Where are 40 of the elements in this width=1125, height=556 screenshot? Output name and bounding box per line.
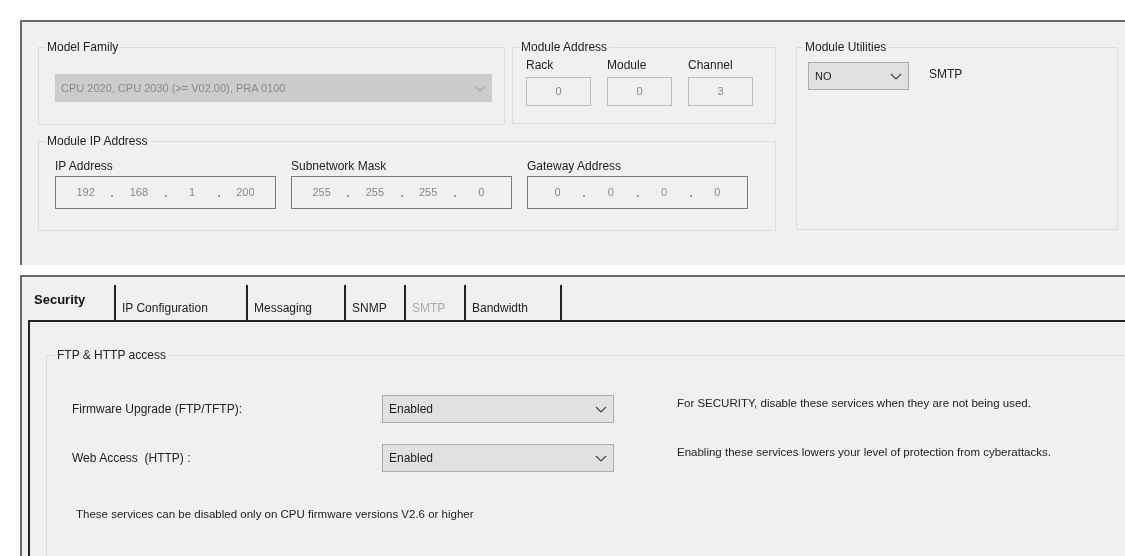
chevron-down-icon [474, 84, 486, 92]
octet-value: 1 [188, 185, 197, 201]
chevron-down-icon [595, 405, 607, 413]
octet-value: 0 [660, 185, 669, 201]
security-note: For SECURITY, disable these services when they are not being used. [677, 396, 1031, 411]
chevron-down-icon [890, 72, 902, 80]
octet-value: 0 [713, 185, 722, 201]
group-label: Module Utilities [803, 40, 889, 54]
group-label: Model Family [45, 40, 121, 54]
group-label: Module IP Address [45, 134, 150, 148]
utilities-dropdown[interactable]: NO [808, 62, 909, 90]
octet-value: 255 [311, 185, 332, 201]
octet-value: 0 [477, 185, 486, 201]
setting-dropdown[interactable]: Enabled [382, 395, 614, 423]
field-label: IP Address [55, 159, 114, 173]
octet-value: 0 [553, 185, 562, 201]
group-label: Module Address [519, 40, 610, 54]
security-note: Enabling these services lowers your level of protection from cyberattacks. [677, 445, 1051, 460]
group-label: FTP & HTTP access [55, 348, 168, 362]
tab[interactable]: Messaging [248, 285, 346, 320]
octet-value: 168 [128, 185, 150, 201]
setting-label: Web Access (HTTP) : [72, 450, 192, 467]
tab[interactable]: SNMP [346, 285, 406, 320]
tab[interactable]: Bandwidth [466, 285, 562, 320]
octet-value: 255 [364, 185, 386, 201]
field-label: Rack [526, 58, 555, 72]
field-label: Module [607, 58, 648, 72]
tab[interactable]: IP Configuration [116, 285, 248, 320]
octet-value: 255 [417, 185, 439, 201]
field-label: Subnetwork Mask [291, 159, 388, 173]
setting-dropdown[interactable]: Enabled [382, 444, 614, 472]
octet-value: 0 [606, 185, 615, 201]
octet-value: 200 [235, 185, 256, 201]
chevron-down-icon [595, 454, 607, 462]
field-label: Gateway Address [527, 159, 623, 173]
setting-label: Firmware Upgrade (FTP/TFTP): [72, 401, 243, 418]
smtp-label: SMTP [929, 66, 963, 83]
footnote: These services can be disabled only on CPU firmware versions V2.6 or higher [76, 507, 475, 522]
field-label: Channel [688, 58, 734, 72]
octet-value: 192 [75, 185, 96, 201]
